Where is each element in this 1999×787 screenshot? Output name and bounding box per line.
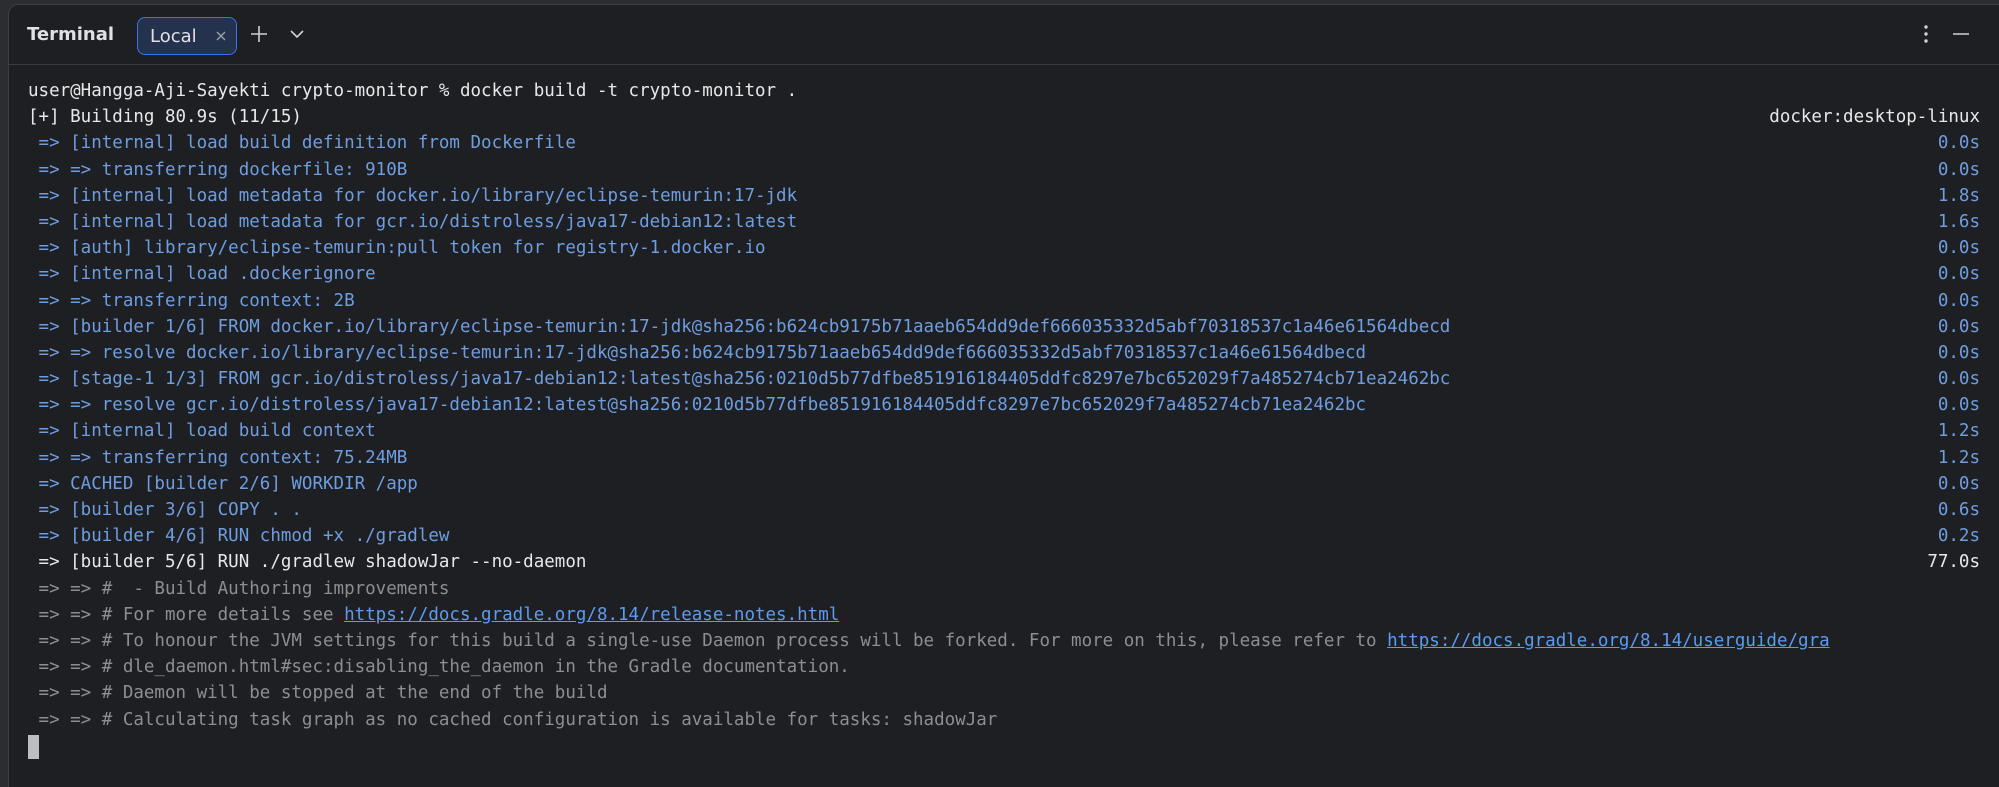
build-step-text: => => transferring dockerfile: 910B: [28, 159, 408, 180]
active-step-text: => [builder 5/6] RUN ./gradlew shadowJar…: [28, 552, 587, 573]
terminal-header: Terminal Local: [9, 5, 1999, 65]
build-step-time: 0.0s: [1937, 264, 1980, 285]
build-step-time: 1.2s: [1937, 421, 1980, 442]
chevron-down-icon[interactable]: [284, 21, 310, 47]
build-step-text: => => transferring context: 75.24MB: [28, 447, 408, 468]
build-step-row: => [stage-1 1/3] FROM gcr.io/distroless/…: [28, 366, 1988, 392]
userguide-link[interactable]: https://docs.gradle.org/8.14/userguide/g…: [1387, 631, 1830, 651]
build-steps: => [internal] load build definition from…: [28, 130, 1988, 549]
tab-local-label: Local: [150, 26, 197, 47]
build-step-time: 0.0s: [1937, 342, 1980, 363]
build-step-text: => [stage-1 1/3] FROM gcr.io/distroless/…: [28, 369, 1451, 390]
tab-local[interactable]: Local: [137, 17, 237, 55]
build-step-time: 0.0s: [1937, 395, 1980, 416]
build-step-text: => [internal] load metadata for docker.i…: [28, 185, 798, 206]
build-step-time: 1.6s: [1937, 211, 1980, 232]
build-step-text: => [builder 3/6] COPY . .: [28, 500, 302, 520]
builder-name: docker:desktop-linux: [1769, 107, 1980, 128]
active-step-line: => [builder 5/6] RUN ./gradlew shadowJar…: [28, 549, 1988, 575]
build-step-row: => => resolve docker.io/library/eclipse-…: [28, 340, 1988, 366]
more-vertical-icon[interactable]: [1913, 21, 1939, 47]
build-step-row: => [builder 1/6] FROM docker.io/library/…: [28, 314, 1988, 340]
build-step-row: => [internal] load metadata for docker.i…: [28, 183, 1988, 209]
build-step-row: => [builder 3/6] COPY . . 0.6s: [28, 497, 1988, 523]
build-step-text: => => resolve docker.io/library/eclipse-…: [28, 342, 1367, 363]
build-step-text: => => transferring context: 2B: [28, 290, 355, 311]
log-line: => => # Daemon will be stopped at the en…: [28, 683, 608, 704]
build-step-row: => => resolve gcr.io/distroless/java17-d…: [28, 392, 1988, 418]
build-step-text: => [internal] load metadata for gcr.io/d…: [28, 211, 798, 232]
text-cursor: [28, 734, 39, 759]
build-step-text: => [builder 1/6] FROM docker.io/library/…: [28, 316, 1451, 337]
build-step-text: => [auth] library/eclipse-temurin:pull t…: [28, 238, 766, 259]
build-step-time: 0.0s: [1937, 133, 1980, 154]
build-status-line: [+] Building 80.9s (11/15) docker:deskto…: [28, 104, 1988, 130]
close-icon[interactable]: [214, 27, 228, 41]
build-step-row: => [internal] load metadata for gcr.io/d…: [28, 209, 1988, 235]
build-step-row: => [internal] load build context 1.2s: [28, 418, 1988, 444]
build-step-time: 0.0s: [1937, 238, 1980, 259]
build-step-text: => [internal] load .dockerignore: [28, 264, 376, 285]
build-step-time: 0.0s: [1937, 316, 1980, 337]
build-step-row: => CACHED [builder 2/6] WORKDIR /app 0.0s: [28, 471, 1988, 497]
cursor-line: [28, 733, 1988, 759]
build-step-row: => [internal] load .dockerignore 0.0s: [28, 261, 1988, 287]
log-line: => => # - Build Authoring improvements: [28, 578, 450, 599]
terminal-output[interactable]: user@Hangga-Aji-Sayekti crypto-monitor %…: [28, 78, 1988, 778]
build-step-text: => CACHED [builder 2/6] WORKDIR /app: [28, 473, 418, 494]
build-step-text: => [internal] load build definition from…: [28, 133, 576, 154]
build-step-text: => => resolve gcr.io/distroless/java17-d…: [28, 395, 1367, 416]
build-step-time: 1.8s: [1937, 185, 1980, 206]
log-line: => => # Calculating task graph as no cac…: [28, 709, 998, 730]
build-step-time: 0.0s: [1937, 159, 1980, 180]
active-step-time: 77.0s: [1927, 552, 1980, 573]
minimize-icon[interactable]: [1948, 21, 1974, 47]
terminal-title: Terminal: [27, 24, 115, 45]
build-step-text: => [internal] load build context: [28, 421, 376, 442]
log-line: => => # To honour the JVM settings for t…: [28, 630, 1830, 651]
build-step-text: => [builder 4/6] RUN chmod +x ./gradlew: [28, 526, 450, 547]
build-step-row: => => transferring context: 75.24MB 1.2s: [28, 445, 1988, 471]
log-line: => => # dle_daemon.html#sec:disabling_th…: [28, 657, 850, 678]
build-step-row: => [builder 4/6] RUN chmod +x ./gradlew 0…: [28, 523, 1988, 549]
build-step-row: => [internal] load build definition from…: [28, 130, 1988, 156]
prompt-line: user@Hangga-Aji-Sayekti crypto-monitor %…: [28, 81, 798, 101]
log-line: => => # For more details see https://doc…: [28, 604, 840, 625]
build-step-time: 0.6s: [1937, 500, 1980, 520]
build-step-time: 0.0s: [1937, 290, 1980, 311]
build-step-time: 1.2s: [1937, 447, 1980, 468]
terminal-window: Terminal Local user@Hangga-Aji-Sayekti c…: [8, 4, 1999, 787]
plus-icon[interactable]: [246, 21, 272, 47]
build-step-time: 0.0s: [1937, 473, 1980, 494]
build-step-row: => [auth] library/eclipse-temurin:pull t…: [28, 235, 1988, 261]
release-notes-link[interactable]: https://docs.gradle.org/8.14/release-not…: [344, 605, 839, 625]
build-status: [+] Building 80.9s (11/15): [28, 107, 302, 128]
build-step-row: => => transferring context: 2B 0.0s: [28, 288, 1988, 314]
build-step-time: 0.2s: [1937, 526, 1980, 547]
build-step-row: => => transferring dockerfile: 910B 0.0s: [28, 157, 1988, 183]
build-step-time: 0.0s: [1937, 369, 1980, 390]
